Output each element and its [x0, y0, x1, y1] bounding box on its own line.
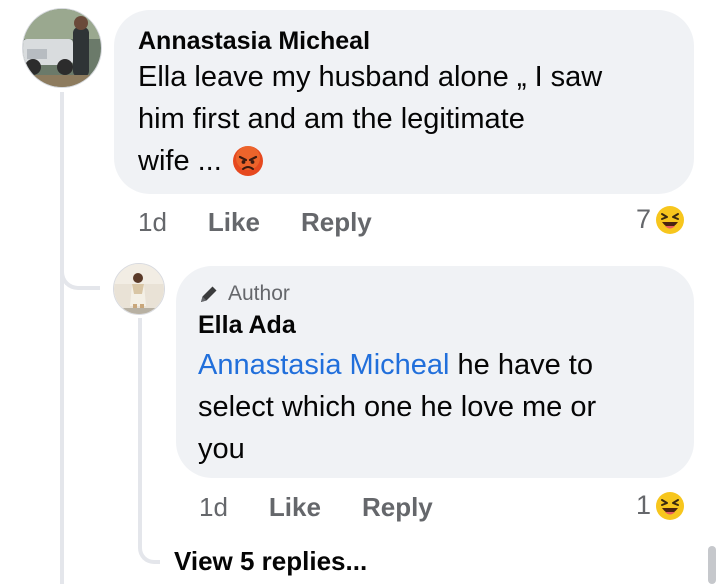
comment-line: Ella leave my husband alone „ I saw [138, 61, 603, 93]
reply-line: Annastasia Micheal he have to [198, 344, 672, 386]
reply-line-text: he have to [449, 349, 593, 381]
comment-bubble: Annastasia Micheal Ella leave my husband… [114, 10, 694, 194]
comment-line: him first and am the legitimate [138, 103, 525, 135]
reply-text: Annastasia Micheal he have to select whi… [198, 344, 672, 470]
author-badge-label: Author [228, 282, 290, 305]
angry-face-emoji-icon [232, 145, 264, 177]
reply-actions: 1d Like Reply [199, 492, 433, 523]
reply-line: you [198, 433, 245, 465]
like-button[interactable]: Like [208, 207, 260, 238]
author-badge: Author [198, 280, 672, 308]
comment-line: wife ... [138, 140, 670, 182]
avatar[interactable] [22, 8, 102, 88]
reply-button[interactable]: Reply [301, 207, 372, 238]
comment-line-text: wife ... [138, 145, 222, 177]
reply-time: 1d [199, 492, 228, 522]
comment-actions: 1d Like Reply [138, 207, 372, 238]
laughing-emoji-icon [655, 205, 685, 235]
comment-time: 1d [138, 207, 167, 237]
comment-author[interactable]: Annastasia Micheal [138, 26, 670, 56]
thread-line-sub [138, 318, 142, 540]
thread-line-main [60, 92, 64, 584]
reaction-count: 7 [636, 204, 652, 234]
avatar[interactable] [113, 263, 165, 315]
thread-line-sub-branch [138, 540, 160, 564]
reaction-count: 1 [636, 490, 652, 520]
pencil-icon [198, 283, 220, 305]
view-replies-link[interactable]: View 5 replies... [174, 546, 367, 577]
scrollbar[interactable] [708, 546, 716, 584]
mention-link[interactable]: Annastasia Micheal [198, 349, 449, 381]
comment-text: Ella leave my husband alone „ I saw him … [138, 56, 670, 182]
reaction-summary[interactable]: 7 [636, 204, 685, 235]
reply-author[interactable]: Ella Ada [198, 310, 672, 340]
thread-line-branch [60, 266, 100, 290]
reply-bubble: Author Ella Ada Annastasia Micheal he ha… [176, 266, 694, 478]
reply-line: select which one he love me or [198, 391, 597, 423]
reaction-summary[interactable]: 1 [636, 490, 685, 521]
laughing-emoji-icon [655, 491, 685, 521]
reply-button[interactable]: Reply [362, 492, 433, 523]
like-button[interactable]: Like [269, 492, 321, 523]
